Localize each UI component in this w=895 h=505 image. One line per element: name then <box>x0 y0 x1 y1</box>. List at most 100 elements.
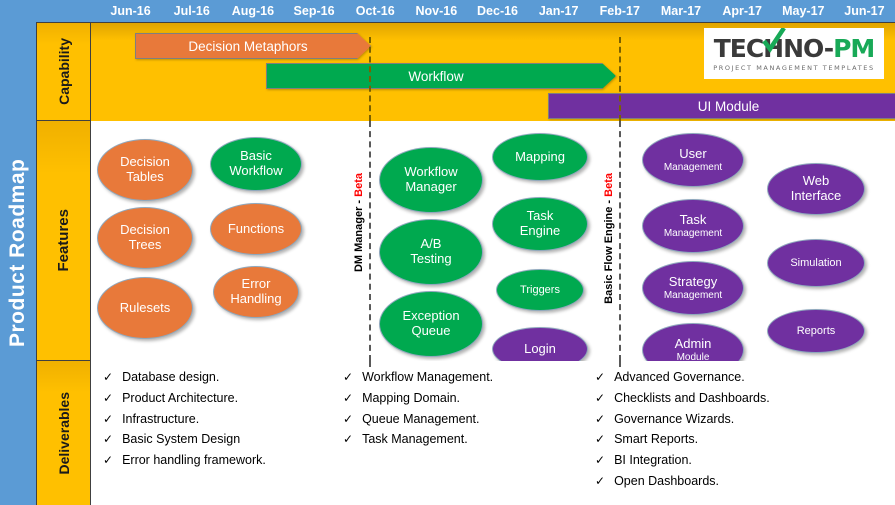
feature-oval[interactable]: Strategy Management <box>642 261 744 315</box>
capability-band: TECHNO-PM PROJECT MANAGEMENT TEMPLATES D… <box>91 23 895 122</box>
capability-bar[interactable]: UI Module <box>548 93 895 119</box>
feature-oval-label: Mapping <box>515 148 565 164</box>
features-band: Decision Tables Decision Trees Rulesets Basic… <box>91 121 895 362</box>
phase-divider-line-capability <box>619 37 621 121</box>
deliverable-item: ✓ Advanced Governance. <box>595 370 895 385</box>
deliverable-item: ✓ Governance Wizards. <box>595 411 895 427</box>
phase-divider-line <box>619 121 621 361</box>
feature-oval-label: Rulesets <box>119 299 171 315</box>
logo-part-2: NO- <box>783 33 834 63</box>
deliverable-item: ✓ Database design. <box>103 370 331 385</box>
timeline-month: Jan-17 <box>538 4 579 18</box>
feature-oval-label: Admin <box>674 336 712 352</box>
feature-oval[interactable]: Decision Tables <box>97 139 193 201</box>
phase-divider-line-capability <box>369 37 371 121</box>
roadmap-grid: Capability Features Deliverables TECHNO-… <box>36 22 895 505</box>
check-icon: ✓ <box>103 453 114 467</box>
check-icon: ✓ <box>595 473 606 488</box>
feature-oval[interactable]: User Management <box>642 133 744 187</box>
check-icon: ✓ <box>595 432 606 447</box>
timeline-month: Oct-16 <box>355 4 395 18</box>
feature-oval[interactable]: Functions <box>210 203 302 255</box>
feature-oval[interactable]: Mapping <box>492 133 588 181</box>
check-icon: ✓ <box>343 411 354 426</box>
check-icon: ✓ <box>595 370 606 384</box>
feature-oval[interactable]: Task Management <box>642 199 744 253</box>
timeline-header: Jun-16 Jul-16 Aug-16 Sep-16 Oct-16 Nov-16 Dec-… <box>100 0 895 22</box>
feature-oval-label: A/B <box>420 236 442 252</box>
feature-oval[interactable]: A/B Testing <box>379 219 483 285</box>
phase-milestone-beta-tag: Beta <box>353 173 365 197</box>
feature-oval-sublabel: Interface <box>790 188 842 203</box>
feature-oval-sublabel: Testing <box>410 251 452 266</box>
feature-oval[interactable]: Reports <box>767 309 865 353</box>
feature-oval-sublabel: Queue <box>411 323 451 338</box>
deliverables-column: ✓ Database design. ✓ Product Architecture. ✓… <box>91 370 331 505</box>
phase-milestone-label: Basic Flow Engine - Beta <box>603 173 615 304</box>
deliverable-item: ✓ Error handling framework. <box>103 453 331 468</box>
timeline-month: Jul-16 <box>173 4 210 18</box>
deliverable-item-text: Infrastructure. <box>122 411 200 426</box>
timeline-month: Mar-17 <box>660 4 702 18</box>
feature-oval-sublabel: Handling <box>230 291 282 306</box>
feature-oval-label: User <box>679 146 707 162</box>
phase-divider-line <box>369 121 371 361</box>
deliverable-item: ✓ Workflow Management. <box>343 370 583 385</box>
phase-divider-tick-deliverables <box>369 361 371 367</box>
deliverable-item-text: Workflow Management. <box>362 370 494 384</box>
deliverables-band: ✓ Database design. ✓ Product Architecture. ✓… <box>91 361 895 505</box>
deliverable-item-text: Mapping Domain. <box>362 390 461 405</box>
check-icon: ✓ <box>103 390 114 405</box>
feature-oval-label: Strategy <box>668 274 718 290</box>
feature-oval[interactable]: Decision Trees <box>97 207 193 269</box>
timeline-month: Jun-16 <box>110 4 151 18</box>
phase-divider-tick-deliverables <box>619 361 621 367</box>
deliverable-item-text: Product Architecture. <box>122 390 239 405</box>
feature-oval[interactable]: Admin Module <box>642 323 744 361</box>
capability-bar[interactable]: Decision Metaphors <box>135 33 371 59</box>
feature-oval[interactable]: Web Interface <box>767 163 865 215</box>
capability-bar-label: Workflow <box>408 68 464 84</box>
feature-oval[interactable]: Triggers <box>496 269 584 311</box>
check-icon: ✓ <box>343 370 354 384</box>
deliverable-item-text: Task Management. <box>362 432 468 447</box>
feature-oval-label: Task <box>679 212 707 228</box>
phase-milestone-label: DM Manager - Beta <box>353 173 365 273</box>
feature-oval-sublabel: Engine <box>519 223 561 238</box>
feature-oval-sublabel: Management <box>663 227 723 239</box>
deliverable-item: ✓ Mapping Domain. <box>343 390 583 406</box>
feature-oval-label: Login <box>524 340 556 356</box>
deliverable-item-text: BI Integration. <box>614 453 692 467</box>
logo-part-3: PM <box>833 33 875 63</box>
deliverable-item: ✓ Basic System Design <box>103 432 331 447</box>
checkmark-icon <box>761 28 786 53</box>
phase-milestone-beta-tag: Beta <box>603 173 615 197</box>
deliverable-item-text: Advanced Governance. <box>614 370 745 384</box>
capability-bar[interactable]: Workflow <box>266 63 616 89</box>
timeline-month: May-17 <box>782 4 825 18</box>
feature-oval[interactable]: Exception Queue <box>379 291 483 357</box>
feature-oval[interactable]: Simulation <box>767 239 865 287</box>
feature-oval[interactable]: Rulesets <box>97 277 193 339</box>
deliverable-item: ✓ Queue Management. <box>343 411 583 427</box>
timeline-month: Apr-17 <box>722 4 762 18</box>
deliverable-item: ✓ Smart Reports. <box>595 432 895 447</box>
page-title: Product Roadmap <box>6 158 29 347</box>
feature-oval[interactable]: Error Handling <box>213 266 299 318</box>
feature-oval-sublabel: Workflow <box>229 163 283 178</box>
feature-oval[interactable]: Task Engine <box>492 197 588 251</box>
feature-oval-label: Exception <box>402 308 460 324</box>
row-label-deliverables-text: Deliverables <box>55 391 72 475</box>
feature-oval[interactable]: Login <box>492 327 588 361</box>
timeline-month: Dec-16 <box>477 4 519 18</box>
phase-milestone-name: Basic Flow Engine - <box>603 196 615 304</box>
deliverable-item-text: Smart Reports. <box>614 432 699 447</box>
feature-oval[interactable]: Basic Workflow <box>210 137 302 191</box>
deliverable-item: ✓ Product Architecture. <box>103 390 331 406</box>
phase-milestone-name: DM Manager - <box>353 196 365 273</box>
feature-oval[interactable]: Workflow Manager <box>379 147 483 213</box>
deliverable-item: ✓ Infrastructure. <box>103 411 331 427</box>
timeline-month: Feb-17 <box>599 4 640 18</box>
deliverable-item-text: Database design. <box>122 370 220 384</box>
deliverable-item-text: Governance Wizards. <box>614 411 735 426</box>
